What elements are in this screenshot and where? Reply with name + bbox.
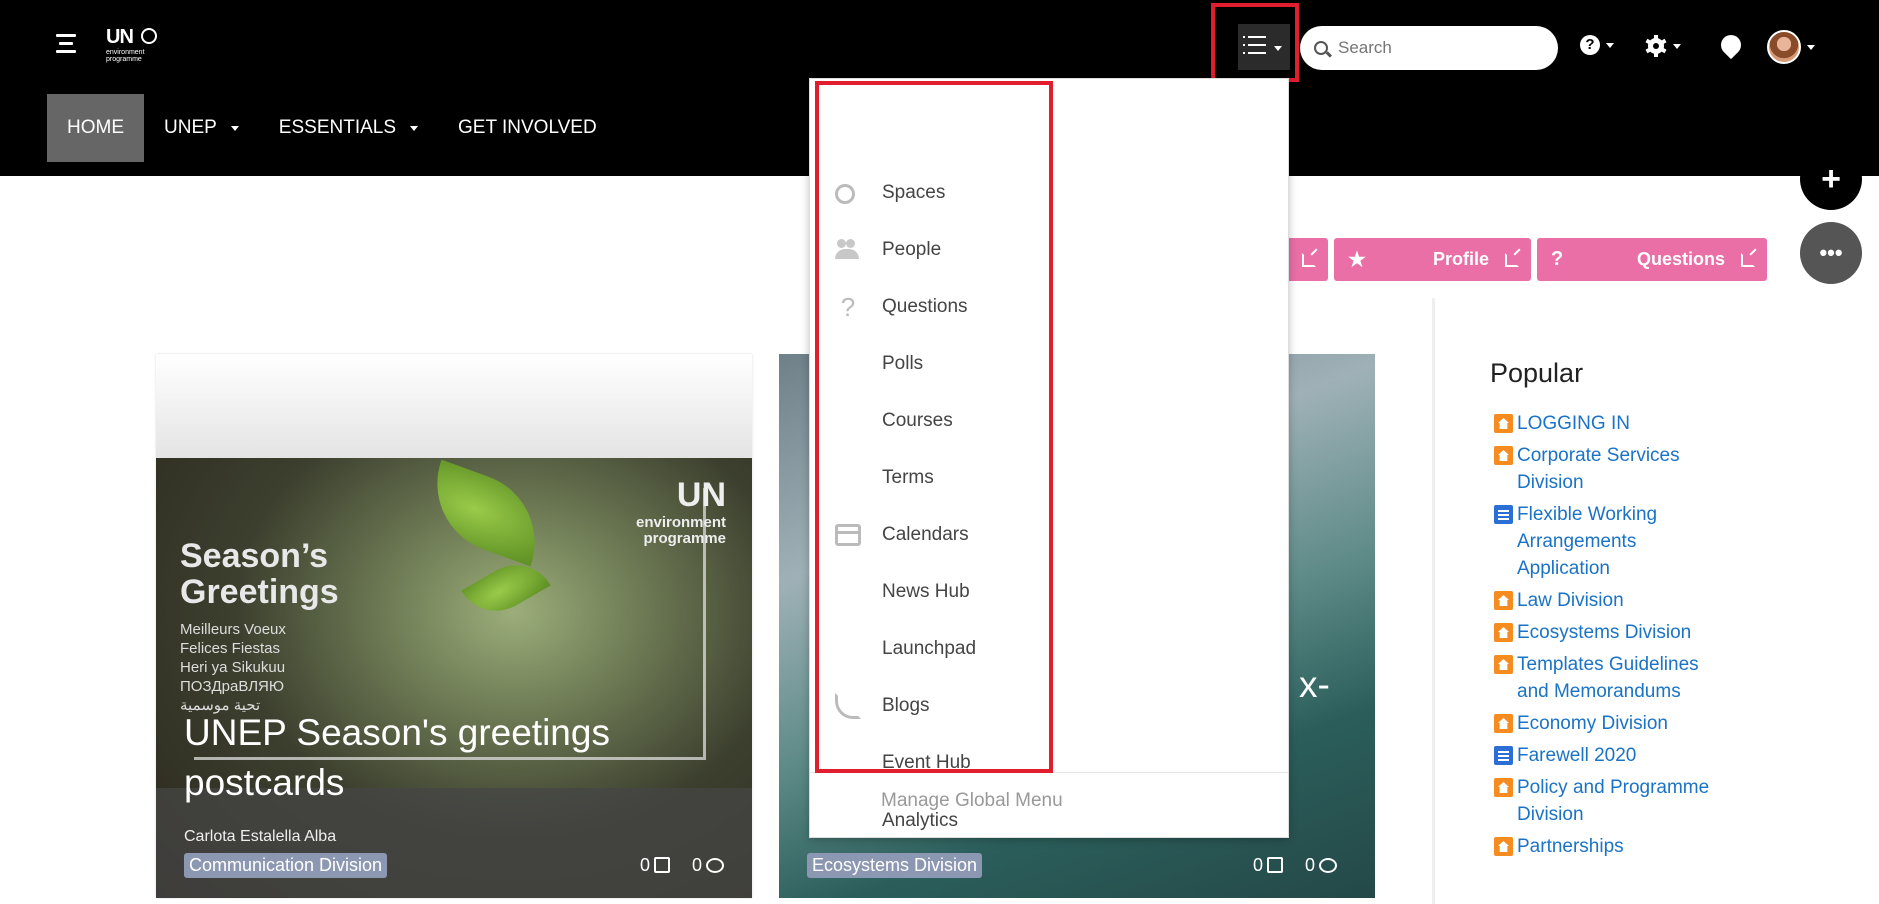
external-link-icon [1302,252,1316,267]
card-tag[interactable]: Ecosystems Division [807,853,983,878]
like-count[interactable]: 0 [640,855,670,876]
questions-quick-button[interactable]: ? Questions [1537,238,1767,281]
comment-count[interactable]: 0 [692,855,724,876]
un-environment-logo: UN environment programme [635,476,726,547]
star-icon: ★ [1348,249,1366,271]
menu-item-label: Analytics [882,809,959,831]
unep-logo[interactable]: UN environment programme [106,26,157,63]
thumbs-up-icon [653,857,670,873]
card-author[interactable]: Carlota Estalella Alba [184,828,336,846]
popular-item[interactable]: Law Division [1494,587,1714,614]
search-box[interactable] [1300,26,1558,70]
more-actions-button[interactable]: ••• [1800,222,1862,284]
main-nav: HOME UNEP ESSENTIALS GET INVOLVED [47,94,617,162]
highlight-outline [815,81,1053,773]
rocket-icon [1716,30,1746,60]
avatar [1767,30,1801,64]
nav-item-label: GET INVOLVED [458,117,597,138]
settings-menu-button[interactable] [1645,35,1681,57]
search-icon [1314,41,1328,55]
greeting-heading: Season’s Greetings [180,537,339,611]
launch-button[interactable] [1716,30,1746,60]
create-button[interactable]: + [1800,148,1862,210]
nav-item-label: HOME [67,117,124,138]
card-header-area [156,354,752,458]
user-menu-button[interactable] [1767,30,1815,64]
external-link-icon [1741,252,1755,267]
like-count[interactable]: 0 [1253,855,1283,876]
nav-item-label: UNEP [164,117,217,138]
quick-button-label: Questions [1636,249,1725,269]
popular-heading: Popular [1490,358,1584,388]
space-icon [1494,655,1513,674]
document-icon [1494,746,1513,765]
popular-item[interactable]: Corporate Services Division [1494,442,1714,496]
highlight-outline [1211,3,1299,82]
caret-down-icon [230,125,239,131]
popular-item[interactable]: Templates Guidelines and Memorandums [1494,651,1714,705]
question-icon: ? [1551,248,1564,270]
un-emblem-icon [141,28,157,44]
space-icon [1494,623,1513,642]
space-icon [1494,714,1513,733]
caret-down-icon [1807,44,1815,50]
space-icon [1494,414,1513,433]
caret-down-icon [410,125,419,131]
popular-item[interactable]: Economy Division [1494,710,1714,737]
sidebar-divider [1432,298,1435,904]
profile-quick-button[interactable]: ★ Profile [1334,238,1531,281]
logo-subtext: programme [106,56,142,63]
popular-list: LOGGING IN Corporate Services Division F… [1494,410,1714,865]
comment-icon [706,858,724,873]
popular-item[interactable]: LOGGING IN [1494,410,1714,437]
popular-item[interactable]: Farewell 2020 [1494,742,1714,769]
space-icon [1494,591,1513,610]
space-icon [1494,446,1513,465]
quick-button-label: Profile [1432,249,1489,269]
nav-item-essentials[interactable]: ESSENTIALS [259,94,438,162]
nav-item-label: ESSENTIALS [278,117,397,138]
external-link-icon [1505,252,1519,267]
help-menu-button[interactable]: ? [1580,35,1614,55]
card-stats: 0 0 [1253,855,1337,876]
news-card[interactable]: Season’s Greetings Meilleurs Voeux Felic… [156,354,752,898]
search-input[interactable] [1338,38,1538,58]
comment-icon [1319,858,1337,873]
nav-item-unep[interactable]: UNEP [144,94,259,162]
gear-icon [1645,35,1667,57]
comment-count[interactable]: 0 [1305,855,1337,876]
logo-text: UN [106,26,134,48]
nav-item-get-involved[interactable]: GET INVOLVED [438,94,617,162]
caret-down-icon [1673,43,1681,49]
card-title-fragment: x- [1299,664,1330,705]
card-tag[interactable]: Communication Division [184,853,388,878]
thumbs-up-icon [1266,857,1283,873]
greeting-translations: Meilleurs Voeux Felices Fiestas Heri ya … [180,621,286,714]
space-icon [1494,837,1513,856]
logo-subtext: environment [106,49,145,56]
document-icon [1494,505,1513,524]
manage-global-menu-link[interactable]: Manage Global Menu [881,790,1063,812]
caret-down-icon [1606,42,1614,48]
popular-item[interactable]: Ecosystems Division [1494,619,1714,646]
help-icon: ? [1580,35,1600,55]
popular-item[interactable]: Flexible Working Arrangements Applicatio… [1494,501,1714,582]
hamburger-menu-icon[interactable] [56,34,76,56]
popular-item[interactable]: Partnerships [1494,833,1714,860]
card-title[interactable]: UNEP Season's greetings postcards [184,708,724,808]
popular-item[interactable]: Policy and Programme Division [1494,774,1714,828]
card-stats: 0 0 [640,855,724,876]
space-icon [1494,778,1513,797]
nav-item-home[interactable]: HOME [47,94,144,162]
